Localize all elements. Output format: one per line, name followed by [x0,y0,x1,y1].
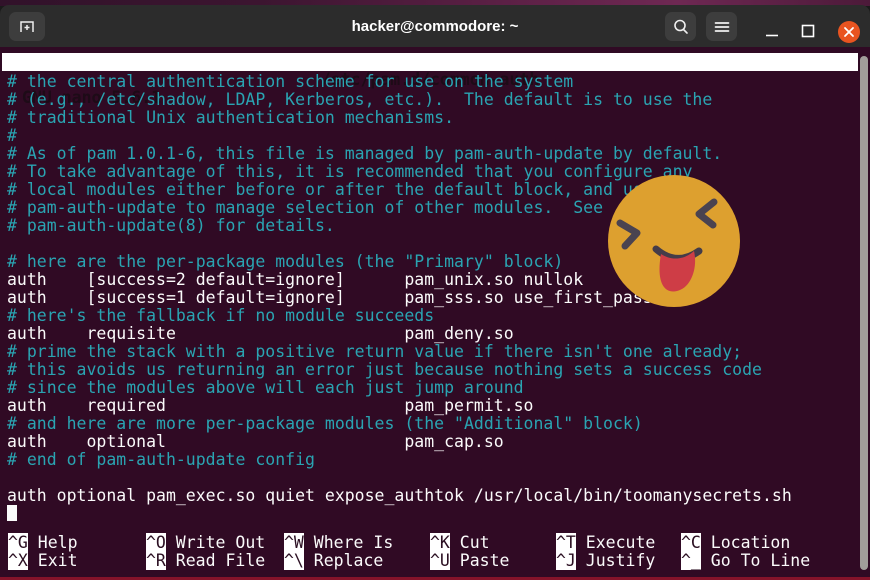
new-tab-icon [16,16,38,38]
editor-line: # this avoids us returning an error just… [7,361,863,379]
shortcut-key: ^W [284,533,304,552]
window-title: hacker@commodore: ~ [0,18,870,35]
tongue-out-emoji-sticker [604,170,748,314]
shortcut-key: ^J [556,551,576,570]
shortcut-label: Go To Line [701,551,810,570]
shortcut-label: Exit [28,551,78,570]
shortcut-label: Location [701,533,790,552]
editor-line: # the central authentication scheme for … [7,73,863,91]
editor-line: # prime the stack with a positive return… [7,343,863,361]
editor-line: auth optional pam_exec.so quiet expose_a… [7,487,863,505]
shortcut-cut[interactable]: ^K Cut [430,534,556,552]
window-titlebar: hacker@commodore: ~ [0,5,870,47]
new-tab-button[interactable] [9,12,45,41]
search-button[interactable] [665,12,696,41]
editor-line: # [7,127,863,145]
shortcut-label: Read File [166,551,265,570]
shortcut-justify[interactable]: ^J Justify [556,552,681,570]
search-icon [671,17,691,37]
shortcut-key: ^O [146,533,166,552]
shortcut-exit[interactable]: ^X Exit [8,552,146,570]
screen: hacker@commodore: ~ [0,0,870,580]
maximize-button[interactable] [798,21,818,41]
minimize-icon [762,22,782,42]
shortcut-key: ^X [8,551,28,570]
shortcut-key: ^K [430,533,450,552]
shortcut-label: Replace [304,551,383,570]
shortcut-execute[interactable]: ^T Execute [556,534,681,552]
editor-line: auth optional pam_cap.so [7,433,863,451]
shortcut-where-is[interactable]: ^W Where Is [284,534,430,552]
shortcut-read-file[interactable]: ^R Read File [146,552,284,570]
close-button[interactable] [838,21,860,43]
shortcut-label: Paste [450,551,510,570]
minimize-button[interactable] [762,22,782,42]
editor-line: # (e.g., /etc/shadow, LDAP, Kerberos, et… [7,91,863,109]
shortcut-location[interactable]: ^C Location [681,534,862,552]
text-cursor [7,505,17,521]
shortcut-key: ^G [8,533,28,552]
shortcut-label: Write Out [166,533,265,552]
editor-line: auth requisite pam_deny.so [7,325,863,343]
editor-line: # traditional Unix authentication mechan… [7,109,863,127]
shortcut-label: Cut [450,533,490,552]
nano-titlebar: /etc/pam.d/common-auth GNU nano 5.6.1 [2,53,858,71]
menu-button[interactable] [706,12,737,41]
shortcut-key: ^R [146,551,166,570]
shortcut-go-to-line[interactable]: ^_ Go To Line [681,552,862,570]
shortcut-label: Justify [576,551,655,570]
shortcut-key: ^T [556,533,576,552]
shortcut-key: ^\ [284,551,304,570]
shortcut-label: Execute [576,533,655,552]
shortcut-replace[interactable]: ^\ Replace [284,552,430,570]
shortcut-label: Where Is [304,533,393,552]
close-icon [838,21,860,43]
shortcut-write-out[interactable]: ^O Write Out [146,534,284,552]
editor-line: # As of pam 1.0.1-6, this file is manage… [7,145,863,163]
terminal-window[interactable]: /etc/pam.d/common-auth GNU nano 5.6.1 # … [0,47,870,577]
shortcut-key: ^C [681,533,701,552]
shortcut-key: ^U [430,551,450,570]
editor-line: # and here are more per-package modules … [7,415,863,433]
terminal-scrollbar[interactable] [860,56,868,570]
hamburger-menu-icon [712,17,732,37]
editor-line [7,469,863,487]
shortcut-key: ^_ [681,551,701,570]
nano-shortcut-bar: ^G Help^X Exit^O Write Out^R Read File^W… [0,534,862,570]
editor-line: auth required pam_permit.so [7,397,863,415]
shortcut-label: Help [28,533,78,552]
editor-line: # end of pam-auth-update config [7,451,863,469]
shortcut-paste[interactable]: ^U Paste [430,552,556,570]
maximize-icon [798,21,818,41]
editor-line: # since the modules above will each just… [7,379,863,397]
shortcut-help[interactable]: ^G Help [8,534,146,552]
